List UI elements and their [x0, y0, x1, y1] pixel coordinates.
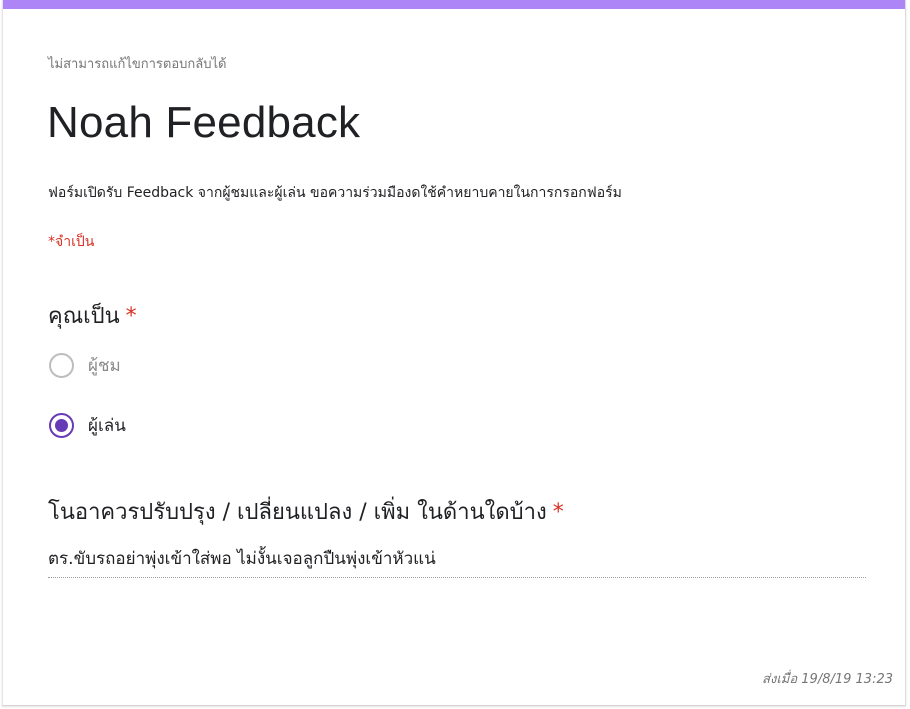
text-answer-field: ตร.ขับรถอย่าพุ่งเข้าใส่พอ ไม่งั้นเจอลูกป… [48, 545, 866, 578]
radio-selected-dot [55, 418, 68, 432]
question-title-improvements: โนอาควรปรับปรุง / เปลี่ยนแปลง / เพิ่ม ใน… [48, 494, 564, 529]
required-note: *จำเป็น [48, 234, 95, 250]
form-title: Noah Feedback [47, 98, 361, 147]
radio-option-player[interactable]: ผู้เล่น [49, 412, 126, 438]
submitted-timestamp: ส่งเมื่อ 19/8/19 13:23 [762, 672, 893, 687]
radio-option-label: ผู้เล่น [88, 415, 126, 436]
radio-button-unchecked[interactable] [49, 352, 74, 378]
radio-button-checked[interactable] [49, 412, 74, 438]
required-asterisk: * [552, 500, 564, 525]
edit-disabled-note: ไม่สามารถแก้ไขการตอบกลับได้ [48, 57, 227, 72]
accent-bar [3, 0, 905, 9]
form-description: ฟอร์มเปิดรับ Feedback จากผู้ชมและผู้เล่น… [48, 185, 622, 201]
form-card: ไม่สามารถแก้ไขการตอบกลับได้ Noah Feedbac… [2, 0, 906, 706]
question-title-text: โนอาควรปรับปรุง / เปลี่ยนแปลง / เพิ่ม ใน… [48, 500, 547, 525]
question-title-text: คุณเป็น [48, 304, 120, 329]
required-asterisk: * [125, 304, 137, 329]
radio-option-viewer[interactable]: ผู้ชม [49, 352, 121, 378]
question-title-role: คุณเป็น * [48, 298, 137, 333]
radio-option-label: ผู้ชม [88, 355, 121, 376]
